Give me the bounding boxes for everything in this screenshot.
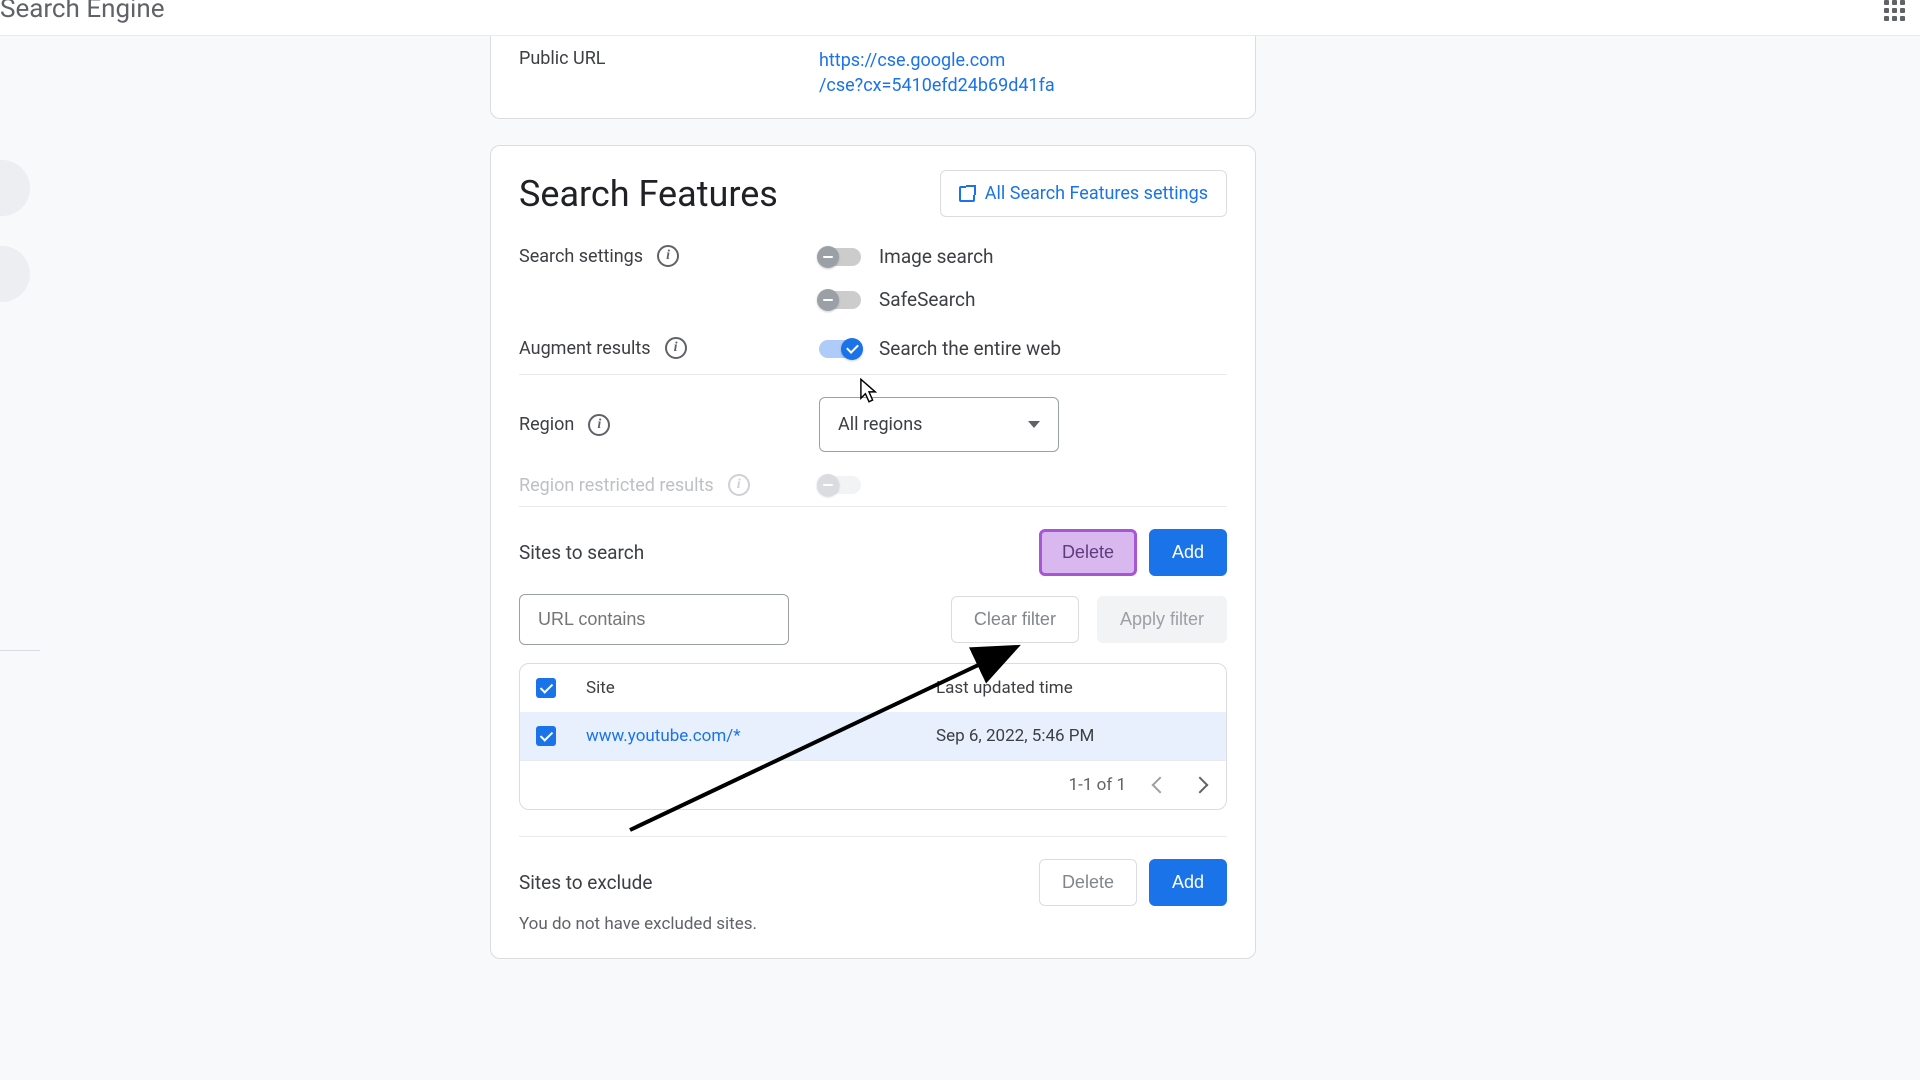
sidebar-item[interactable] [0,246,30,302]
safesearch-label: SafeSearch [879,288,975,311]
apps-menu-icon[interactable] [1884,0,1908,22]
apply-filter-button[interactable]: Apply filter [1097,596,1227,643]
sidebar-divider [0,650,40,651]
sites-to-search-title: Sites to search [519,541,644,564]
region-label: Region i [519,414,819,436]
add-exclude-button[interactable]: Add [1149,859,1227,906]
delete-site-button[interactable]: Delete [1039,529,1137,576]
info-icon: i [728,474,750,496]
col-time-header: Last updated time [936,678,1210,698]
public-url-link[interactable]: https://cse.google.com /cse?cx=5410efd24… [819,48,1059,98]
info-icon[interactable]: i [657,245,679,267]
all-search-features-button[interactable]: All Search Features settings [940,170,1227,217]
site-updated-time: Sep 6, 2022, 5:46 PM [936,726,1210,746]
info-icon[interactable]: i [665,337,687,359]
pager-text: 1-1 of 1 [1069,775,1126,795]
safesearch-toggle[interactable] [819,291,861,309]
mouse-cursor-icon [860,378,878,404]
augment-results-label: Augment results i [519,337,819,359]
add-site-button[interactable]: Add [1149,529,1227,576]
sites-table: Site Last updated time www.youtube.com/*… [519,663,1227,810]
search-settings-label: Search settings i [519,245,819,267]
search-entire-web-toggle[interactable] [819,340,861,358]
col-site-header: Site [586,678,936,698]
sidebar [0,160,30,332]
image-search-label: Image search [879,245,994,268]
search-features-card: Search Features All Search Features sett… [490,145,1256,959]
divider [519,506,1227,507]
basic-card: Public URL https://cse.google.com /cse?c… [490,36,1256,119]
region-restricted-label: Region restricted results i [519,474,819,496]
search-entire-web-label: Search the entire web [879,337,1061,360]
public-url-label: Public URL [519,48,819,69]
site-link[interactable]: www.youtube.com/* [586,726,741,746]
page-title: Search Engine [0,0,165,24]
region-select[interactable]: All regions [819,397,1059,452]
next-page-button[interactable] [1192,777,1209,794]
region-restricted-toggle [819,476,861,494]
sidebar-item[interactable] [0,160,30,216]
row-checkbox[interactable] [536,726,556,746]
clear-filter-button[interactable]: Clear filter [951,596,1079,643]
main-content: Public URL https://cse.google.com /cse?c… [490,36,1256,985]
info-icon[interactable]: i [588,414,610,436]
image-search-toggle[interactable] [819,248,861,266]
table-row[interactable]: www.youtube.com/* Sep 6, 2022, 5:46 PM [520,712,1226,760]
table-header: Site Last updated time [520,664,1226,712]
external-link-icon [959,186,975,202]
app-header: Search Engine [0,0,1920,36]
url-filter-input[interactable] [519,594,789,645]
sites-to-exclude-title: Sites to exclude [519,871,652,894]
select-all-checkbox[interactable] [536,678,556,698]
search-features-title: Search Features [519,173,778,215]
divider [519,836,1227,837]
delete-exclude-button[interactable]: Delete [1039,859,1137,906]
prev-page-button[interactable] [1152,777,1169,794]
divider [519,374,1227,375]
chevron-down-icon [1028,421,1040,428]
pager: 1-1 of 1 [520,760,1226,809]
exclude-empty-message: You do not have excluded sites. [519,914,1227,934]
